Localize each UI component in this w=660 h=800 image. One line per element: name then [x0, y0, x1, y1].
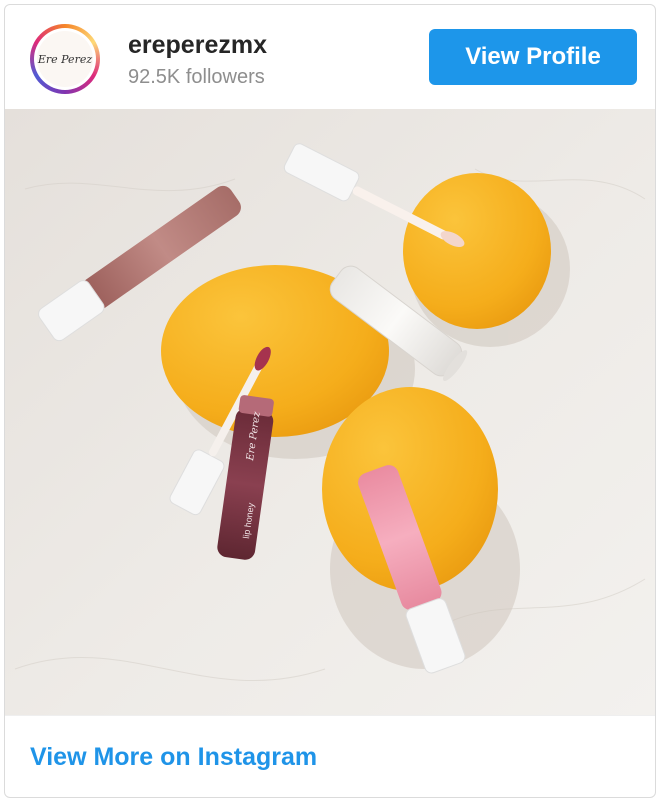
mango-slice-top [403, 173, 551, 329]
footer-divider [5, 715, 655, 716]
post-header: Ere Perez ereperezmx 92.5K followers Vie… [5, 5, 655, 109]
follower-count: 92.5K followers [128, 66, 265, 88]
instagram-embed-card: Ere Perez ereperezmx 92.5K followers Vie… [4, 4, 656, 798]
username[interactable]: ereperezmx [128, 31, 267, 60]
avatar-inner-ring: Ere Perez [34, 28, 96, 90]
view-profile-button[interactable]: View Profile [429, 29, 637, 85]
avatar-logo-text: Ere Perez [37, 31, 93, 87]
post-image[interactable]: Ere Perez lip honey [5, 109, 655, 715]
view-more-on-instagram-link[interactable]: View More on Instagram [30, 743, 317, 772]
avatar[interactable]: Ere Perez [30, 24, 100, 94]
